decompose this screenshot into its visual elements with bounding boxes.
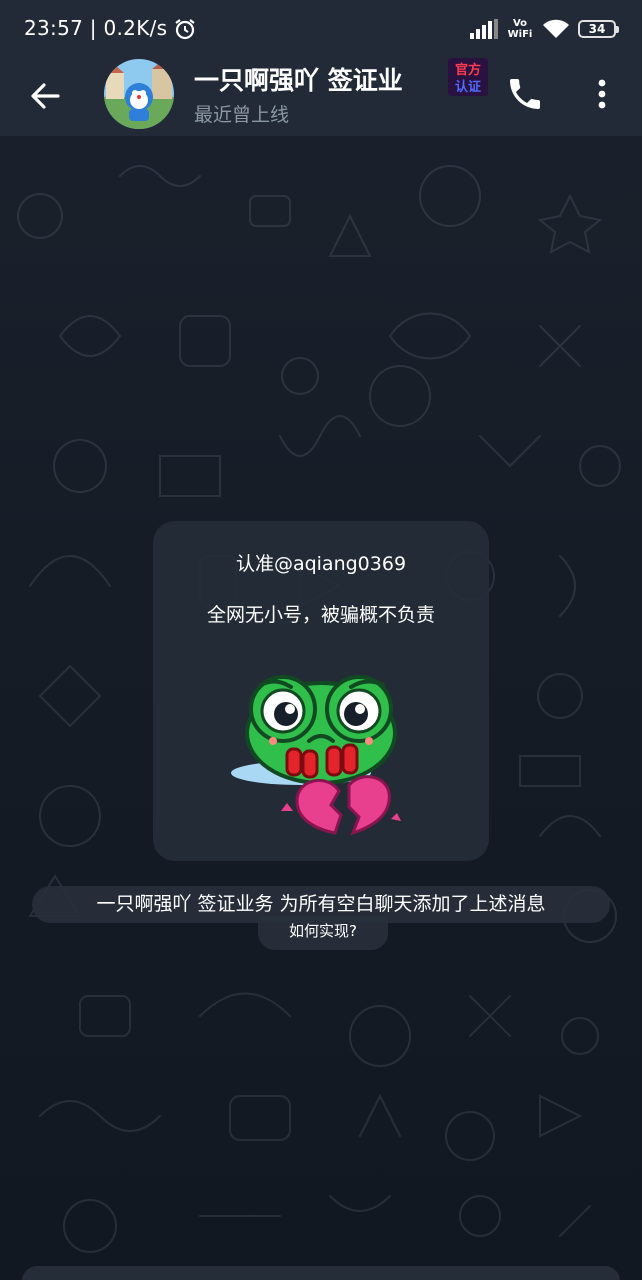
chat-title[interactable]: 一只啊强吖 签证业 [194,61,403,97]
back-arrow-icon[interactable] [22,73,68,119]
greeting-text: 全网无小号，被骗概不负责 [206,604,435,626]
alarm-icon [175,19,195,40]
chat-screen: 23:57 | 0.2K/s Vo WiFi 34 一只啊强吖 签证业 官方 认… [0,0,642,1280]
last-seen-status: 最近曾上线 [194,104,290,126]
svg-text:认证: 认证 [455,79,481,95]
more-vert-icon[interactable] [586,74,618,114]
wifi-icon [543,19,569,38]
phone-icon[interactable] [505,74,545,114]
how-it-works-link[interactable]: 如何实现? [258,916,388,950]
status-icons: Vo WiFi 34 [470,14,619,44]
signal-icon [470,19,498,39]
avatar-image [104,59,174,129]
status-time: 23:57 | 0.2K/s [24,16,168,40]
battery-icon: 34 [578,20,619,38]
sticker[interactable] [231,671,411,841]
greeting-card: 认准@aqiang0369 全网无小号，被骗概不负责 [153,521,489,861]
vowifi-label: Vo WiFi [507,18,533,40]
chat-header: 一只啊强吖 签证业 官方 认证 最近曾上线 [0,58,642,136]
svg-text:官方: 官方 [455,62,481,78]
greeting-title: 认准@aqiang0369 [235,553,407,575]
avatar[interactable] [104,59,174,129]
message-input-panel[interactable] [22,1266,620,1280]
official-verified-badge: 官方 认证 [448,58,488,96]
status-bar: 23:57 | 0.2K/s Vo WiFi 34 [0,0,642,58]
